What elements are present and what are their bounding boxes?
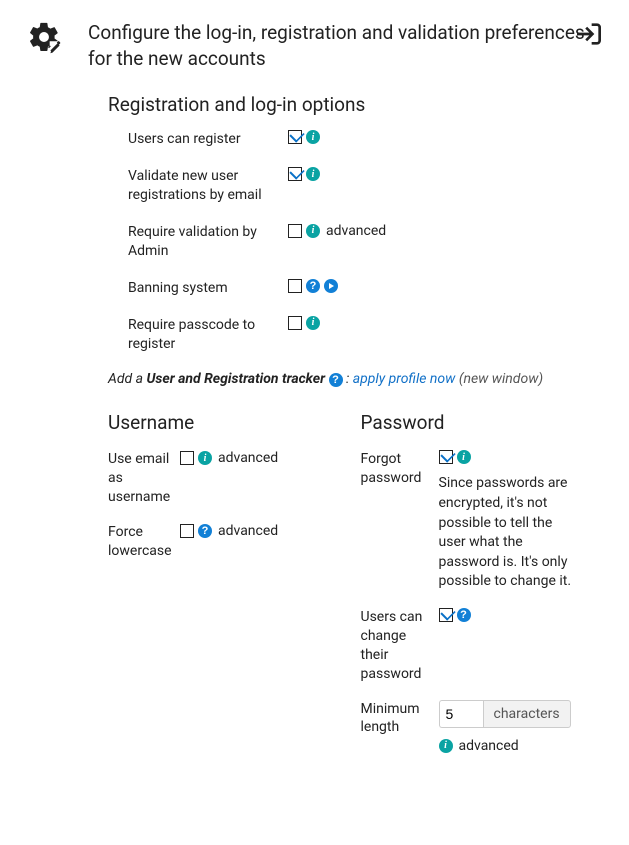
password-column: Password Forgot password i Since passwor… — [361, 405, 586, 769]
info-icon[interactable]: i — [457, 450, 471, 464]
tracker-bold: User and Registration tracker — [146, 371, 325, 387]
label-minimum-length: Minimum length — [361, 700, 439, 738]
info-icon[interactable]: i — [306, 130, 320, 144]
tracker-hint: Add a User and Registration tracker ? : … — [108, 371, 605, 387]
label-require-admin: Require validation by Admin — [128, 223, 288, 261]
registration-options: Users can register i Validate new user r… — [128, 130, 565, 353]
checkbox-forgot-password[interactable] — [439, 450, 453, 464]
advanced-label: advanced — [326, 223, 386, 239]
info-icon[interactable]: i — [306, 316, 320, 330]
label-require-passcode: Require passcode to register — [128, 316, 288, 354]
settings-wizard-icon — [24, 20, 64, 54]
label-force-lowercase: Force lowercase — [108, 523, 180, 561]
label-users-can-register: Users can register — [128, 130, 288, 149]
label-validate-email: Validate new user registrations by email — [128, 167, 288, 205]
info-icon[interactable]: i — [439, 739, 453, 753]
new-window-note: (new window) — [459, 371, 543, 387]
forgot-password-description: Since passwords are encrypted, it's not … — [439, 474, 579, 592]
checkbox-banning[interactable] — [288, 279, 302, 293]
label-forgot-password: Forgot password — [361, 450, 439, 488]
help-icon[interactable]: ? — [306, 279, 320, 293]
help-icon[interactable]: ? — [198, 524, 212, 538]
section-title-registration: Registration and log-in options — [108, 93, 605, 116]
help-icon[interactable]: ? — [329, 373, 343, 387]
label-email-as-username: Use email as username — [108, 450, 180, 507]
section-title-password: Password — [361, 411, 586, 434]
label-banning-system: Banning system — [128, 279, 288, 298]
play-icon[interactable] — [324, 279, 338, 293]
checkbox-users-can-register[interactable] — [288, 130, 302, 144]
section-title-username: Username — [108, 411, 333, 434]
help-icon[interactable]: ? — [457, 608, 471, 622]
checkbox-users-change-password[interactable] — [439, 608, 453, 622]
info-icon[interactable]: i — [306, 167, 320, 181]
advanced-label: advanced — [218, 450, 278, 466]
checkbox-require-admin[interactable] — [288, 224, 302, 238]
advanced-label: advanced — [218, 523, 278, 539]
checkbox-validate-email[interactable] — [288, 167, 302, 181]
label-users-change-password: Users can change their password — [361, 608, 439, 684]
info-icon[interactable]: i — [306, 224, 320, 238]
min-length-input[interactable] — [439, 700, 483, 728]
apply-profile-link[interactable]: apply profile now — [353, 371, 456, 387]
checkbox-email-as-username[interactable] — [180, 451, 194, 465]
checkbox-passcode[interactable] — [288, 316, 302, 330]
min-length-unit: characters — [483, 700, 571, 728]
checkbox-force-lowercase[interactable] — [180, 524, 194, 538]
username-column: Username Use email as username i advance… — [108, 405, 333, 769]
login-icon — [573, 18, 605, 54]
info-icon[interactable]: i — [198, 451, 212, 465]
page-title: Configure the log-in, registration and v… — [88, 20, 605, 71]
advanced-label: advanced — [459, 738, 519, 754]
